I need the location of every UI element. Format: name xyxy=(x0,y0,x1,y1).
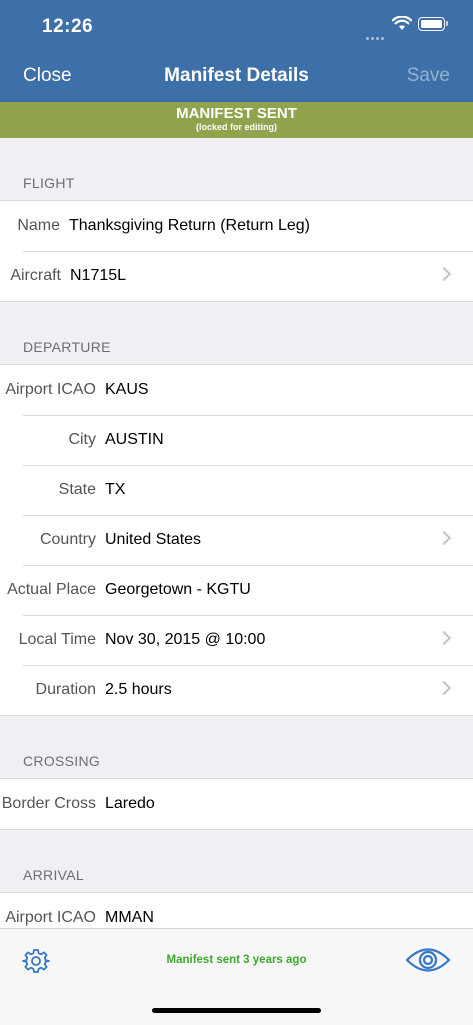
departure-country-value: United States xyxy=(105,531,202,548)
section-header-departure: DEPARTURE xyxy=(23,339,111,355)
banner-title: MANIFEST SENT xyxy=(176,105,297,122)
cellular-signal-icon xyxy=(366,27,386,40)
arrival-airport-label: Airport ICAO xyxy=(5,909,96,926)
status-bar: 12:26 xyxy=(0,0,473,50)
departure-airport-value: KAUS xyxy=(105,381,149,398)
departure-time-label: Local Time xyxy=(18,631,96,648)
departure-airport-row[interactable]: Airport ICAO KAUS xyxy=(0,365,473,415)
arrival-airport-value: MMAN xyxy=(105,909,154,926)
departure-time-row[interactable]: Local Time Nov 30, 2015 @ 10:00 xyxy=(0,615,473,665)
departure-place-label: Actual Place xyxy=(7,581,96,598)
aircraft-value: N1715L xyxy=(70,267,127,284)
manifest-sent-banner: MANIFEST SENT (locked for editing) xyxy=(0,102,473,138)
name-row[interactable]: Name Thanksgiving Return (Return Leg) xyxy=(0,201,473,251)
aircraft-label: Aircraft xyxy=(10,267,61,284)
departure-time-value: Nov 30, 2015 @ 10:00 xyxy=(105,631,266,648)
departure-city-row[interactable]: City AUSTIN xyxy=(0,415,473,465)
eye-icon[interactable] xyxy=(405,945,451,975)
section-header-crossing: CROSSING xyxy=(23,753,101,769)
save-button[interactable]: Save xyxy=(407,65,450,87)
departure-airport-label: Airport ICAO xyxy=(5,381,96,398)
departure-state-label: State xyxy=(58,481,96,498)
border-cross-value: Laredo xyxy=(105,795,155,812)
departure-city-label: City xyxy=(68,431,96,448)
departure-duration-label: Duration xyxy=(35,681,96,698)
name-value: Thanksgiving Return (Return Leg) xyxy=(69,217,311,234)
border-cross-row[interactable]: Border Cross Laredo xyxy=(0,779,473,829)
navigation-bar: Close Manifest Details Save xyxy=(0,50,473,102)
crossing-group: Border Cross Laredo xyxy=(0,778,473,830)
flight-group: Name Thanksgiving Return (Return Leg) Ai… xyxy=(0,200,473,302)
departure-group: Airport ICAO KAUS City AUSTIN State TX C… xyxy=(0,364,473,716)
departure-duration-row[interactable]: Duration 2.5 hours xyxy=(0,665,473,715)
departure-country-row[interactable]: Country United States xyxy=(0,515,473,565)
banner-subtitle: (locked for editing) xyxy=(196,122,277,132)
section-header-flight: FLIGHT xyxy=(23,175,75,191)
departure-country-label: Country xyxy=(39,531,96,548)
aircraft-row[interactable]: Aircraft N1715L xyxy=(0,251,473,301)
departure-place-row[interactable]: Actual Place Georgetown - KGTU xyxy=(0,565,473,615)
arrival-airport-row[interactable]: Airport ICAO MMAN xyxy=(0,893,473,928)
border-cross-label: Border Cross xyxy=(1,795,96,812)
manifest-status-text: Manifest sent 3 years ago xyxy=(166,954,307,966)
departure-place-value: Georgetown - KGTU xyxy=(105,581,251,598)
departure-city-value: AUSTIN xyxy=(105,431,164,448)
status-time: 12:26 xyxy=(42,16,94,37)
home-indicator xyxy=(152,1008,321,1013)
battery-icon xyxy=(418,17,448,31)
departure-state-value: TX xyxy=(105,481,126,498)
page-title: Manifest Details xyxy=(164,65,309,86)
departure-duration-value: 2.5 hours xyxy=(105,681,172,698)
departure-state-row[interactable]: State TX xyxy=(0,465,473,515)
name-label: Name xyxy=(17,217,60,234)
section-header-arrival: ARRIVAL xyxy=(23,867,84,883)
manifest-form[interactable]: FLIGHT Name Thanksgiving Return (Return … xyxy=(0,138,473,928)
arrival-group: Airport ICAO MMAN xyxy=(0,892,473,928)
wifi-icon xyxy=(392,16,412,30)
